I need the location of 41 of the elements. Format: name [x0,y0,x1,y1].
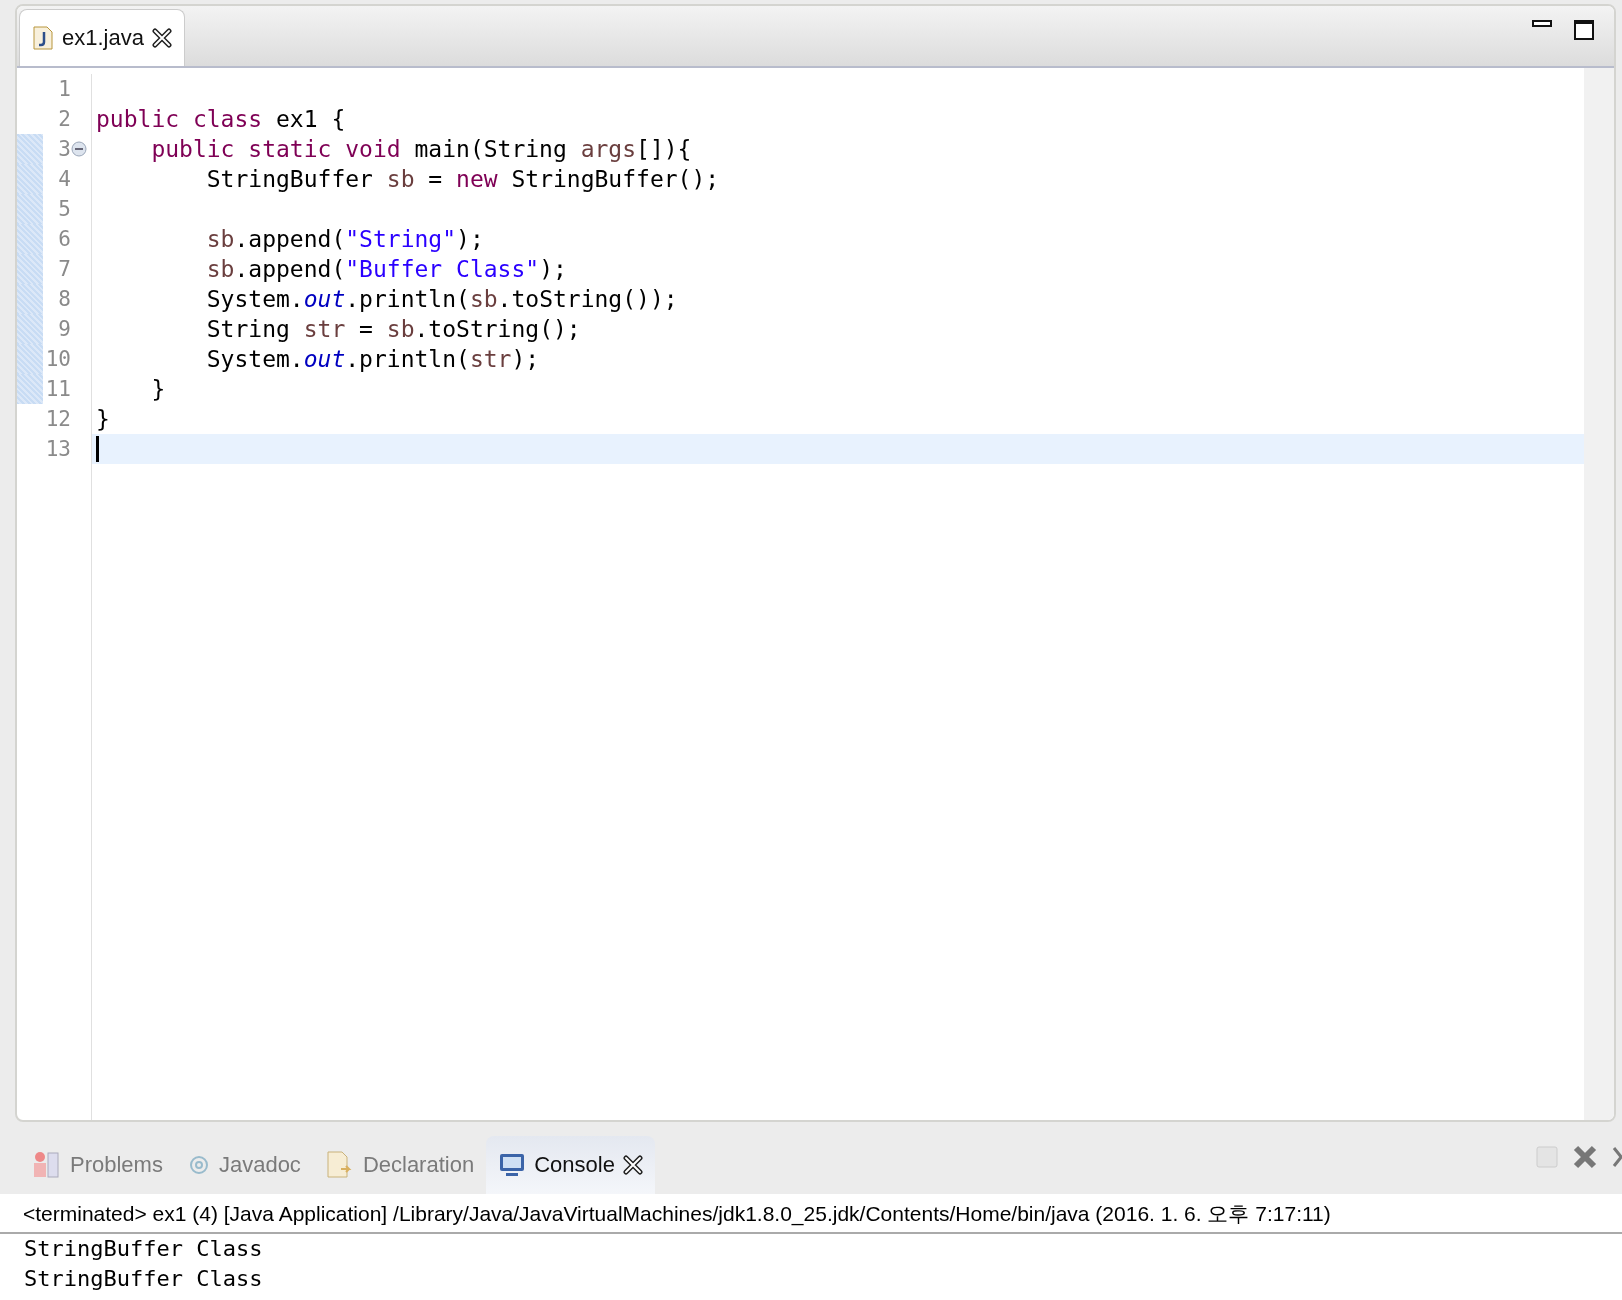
minimize-icon[interactable] [1532,20,1552,28]
editor-tab[interactable]: ex1.java [19,9,185,66]
line-number: 6 [57,227,71,251]
maximize-icon[interactable] [1574,20,1594,40]
code-line: sb.append("String"); [205,226,484,252]
problems-icon [32,1149,62,1181]
code-line: System.out.println(sb.toString()); [205,286,678,312]
console-output-line: StringBuffer Class [23,1265,264,1293]
console-header: <terminated> ex1 (4) [Java Application] /Library/Java/JavaVirtualMachines/jdk1.8.0_25.jdk/Contents/Home/bin/java (2016. 1. 6. 오후 7:17:11) [0,1194,1622,1234]
line-number: 7 [57,257,71,281]
line-number: 2 [57,107,71,131]
close-icon[interactable] [151,28,172,48]
java-file-icon [32,25,54,51]
code-line: } [150,376,166,402]
line-number: 4 [57,167,71,191]
panel-tab[interactable]: Console [486,1136,655,1194]
line-number: 9 [57,317,71,341]
code-line: sb.append("Buffer Class"); [205,256,567,282]
panel-tab[interactable]: Problems [20,1136,175,1194]
panel-tab[interactable]: Javadoc [174,1136,313,1194]
text-cursor [96,436,99,462]
close-icon[interactable] [622,1155,643,1175]
line-number: 3 [57,137,71,161]
console-output-line: StringBuffer Class [23,1235,264,1263]
line-number: 5 [57,197,71,221]
code-line: public class ex1 { [96,106,346,132]
remove-icon[interactable] [1572,1144,1598,1170]
code-line: System.out.println(str); [205,346,540,372]
code-line: } [96,406,110,432]
panel-tab[interactable]: Declaration [312,1136,487,1194]
code-line: public static void main(String args[]){ [150,136,692,162]
line-number: 11 [44,377,71,401]
code-line: StringBuffer sb = new StringBuffer(); [205,166,720,192]
line-number: 10 [44,347,71,371]
line-number: 13 [44,437,71,461]
line-number: 1 [57,77,71,101]
code-line: String str = sb.toString(); [205,316,581,342]
monitor-icon [498,1152,527,1178]
line-number: 12 [44,407,71,431]
collapse-icon[interactable] [71,141,87,157]
line-number: 8 [57,287,71,311]
